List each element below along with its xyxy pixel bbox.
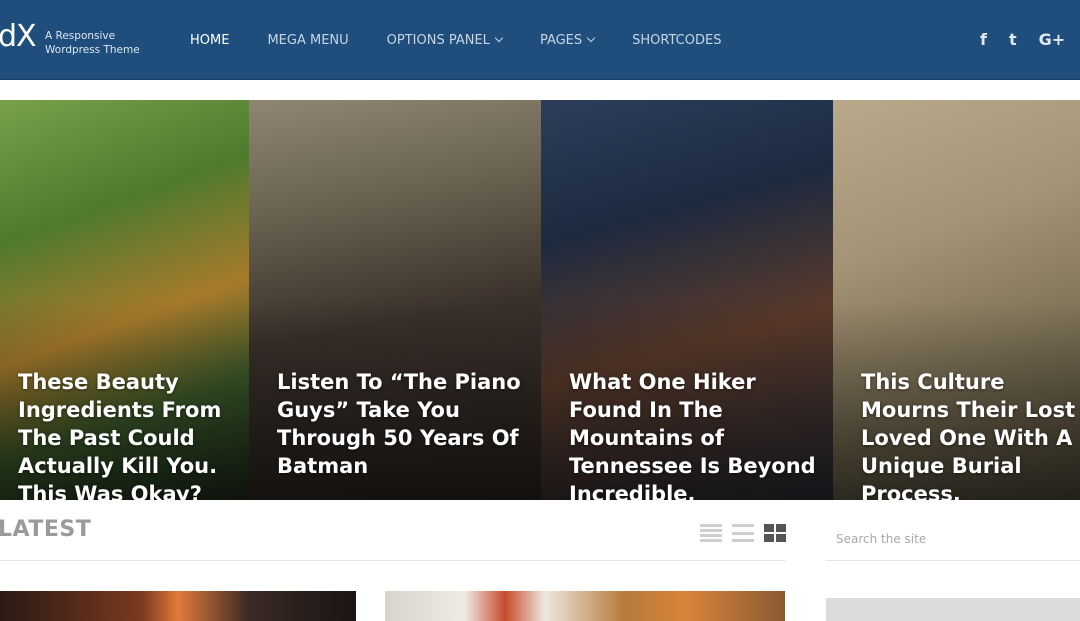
slide-hiker-tennessee[interactable]: What One Hiker Found In The Mountains of… — [541, 100, 833, 500]
slide-title[interactable]: This Culture Mourns Their Lost Loved One… — [861, 368, 1080, 500]
facebook-icon[interactable]: f — [980, 30, 987, 50]
tagline-line-2: Wordpress Theme — [45, 44, 140, 56]
post-card-thumbnail[interactable] — [0, 591, 356, 621]
slide-piano-guys[interactable]: Listen To “The Piano Guys” Take You Thro… — [249, 100, 541, 500]
google-plus-icon[interactable]: G+ — [1039, 30, 1066, 50]
search-box — [826, 517, 1080, 561]
tagline-line-1: A Responsive — [45, 30, 116, 42]
nav-item-options-panel[interactable]: OPTIONS PANEL — [386, 32, 504, 48]
nav-item-pages[interactable]: PAGES — [539, 32, 596, 48]
slide-title[interactable]: Listen To “The Piano Guys” Take You Thro… — [277, 368, 535, 480]
twitter-icon[interactable]: t — [1009, 30, 1017, 50]
section-divider — [0, 560, 786, 561]
slide-title[interactable]: What One Hiker Found In The Mountains of… — [569, 368, 827, 500]
nav-item-mega-menu[interactable]: MEGA MENU — [267, 33, 348, 48]
nav-item-label: MEGA MENU — [267, 32, 349, 48]
nav-item-home[interactable]: HOME — [190, 33, 229, 48]
featured-slider: These Beauty Ingredients From The Past C… — [0, 100, 1080, 500]
list-view-icon[interactable] — [700, 524, 722, 542]
post-card-thumbnail[interactable] — [385, 591, 785, 621]
compact-list-view-icon[interactable] — [732, 524, 754, 542]
nav-item-label: HOME — [190, 32, 230, 48]
site-logo[interactable]: dX — [0, 19, 37, 55]
sidebar-widget — [826, 598, 1080, 621]
nav-item-label: SHORTCODES — [632, 32, 722, 48]
view-toggles — [700, 524, 786, 542]
chevron-down-icon — [586, 33, 596, 43]
site-header: dX A Responsive Wordpress Theme HOME MEG… — [0, 0, 1080, 80]
search-input[interactable] — [826, 517, 1080, 560]
social-links: f t G+ — [980, 30, 1080, 50]
site-tagline: A Responsive Wordpress Theme — [45, 29, 140, 57]
section-title: LATEST — [0, 517, 92, 542]
slide-beauty-ingredients[interactable]: These Beauty Ingredients From The Past C… — [0, 100, 249, 500]
chevron-down-icon — [494, 33, 504, 43]
grid-view-icon[interactable] — [764, 524, 786, 542]
nav-item-label: OPTIONS PANEL — [386, 32, 490, 48]
main-nav: HOME MEGA MENU OPTIONS PANEL PAGES SHORT… — [190, 0, 759, 80]
nav-item-shortcodes[interactable]: SHORTCODES — [632, 33, 721, 48]
nav-item-label: PAGES — [539, 32, 583, 48]
slide-unique-burial[interactable]: This Culture Mourns Their Lost Loved One… — [833, 100, 1080, 500]
slide-title[interactable]: These Beauty Ingredients From The Past C… — [18, 368, 243, 500]
